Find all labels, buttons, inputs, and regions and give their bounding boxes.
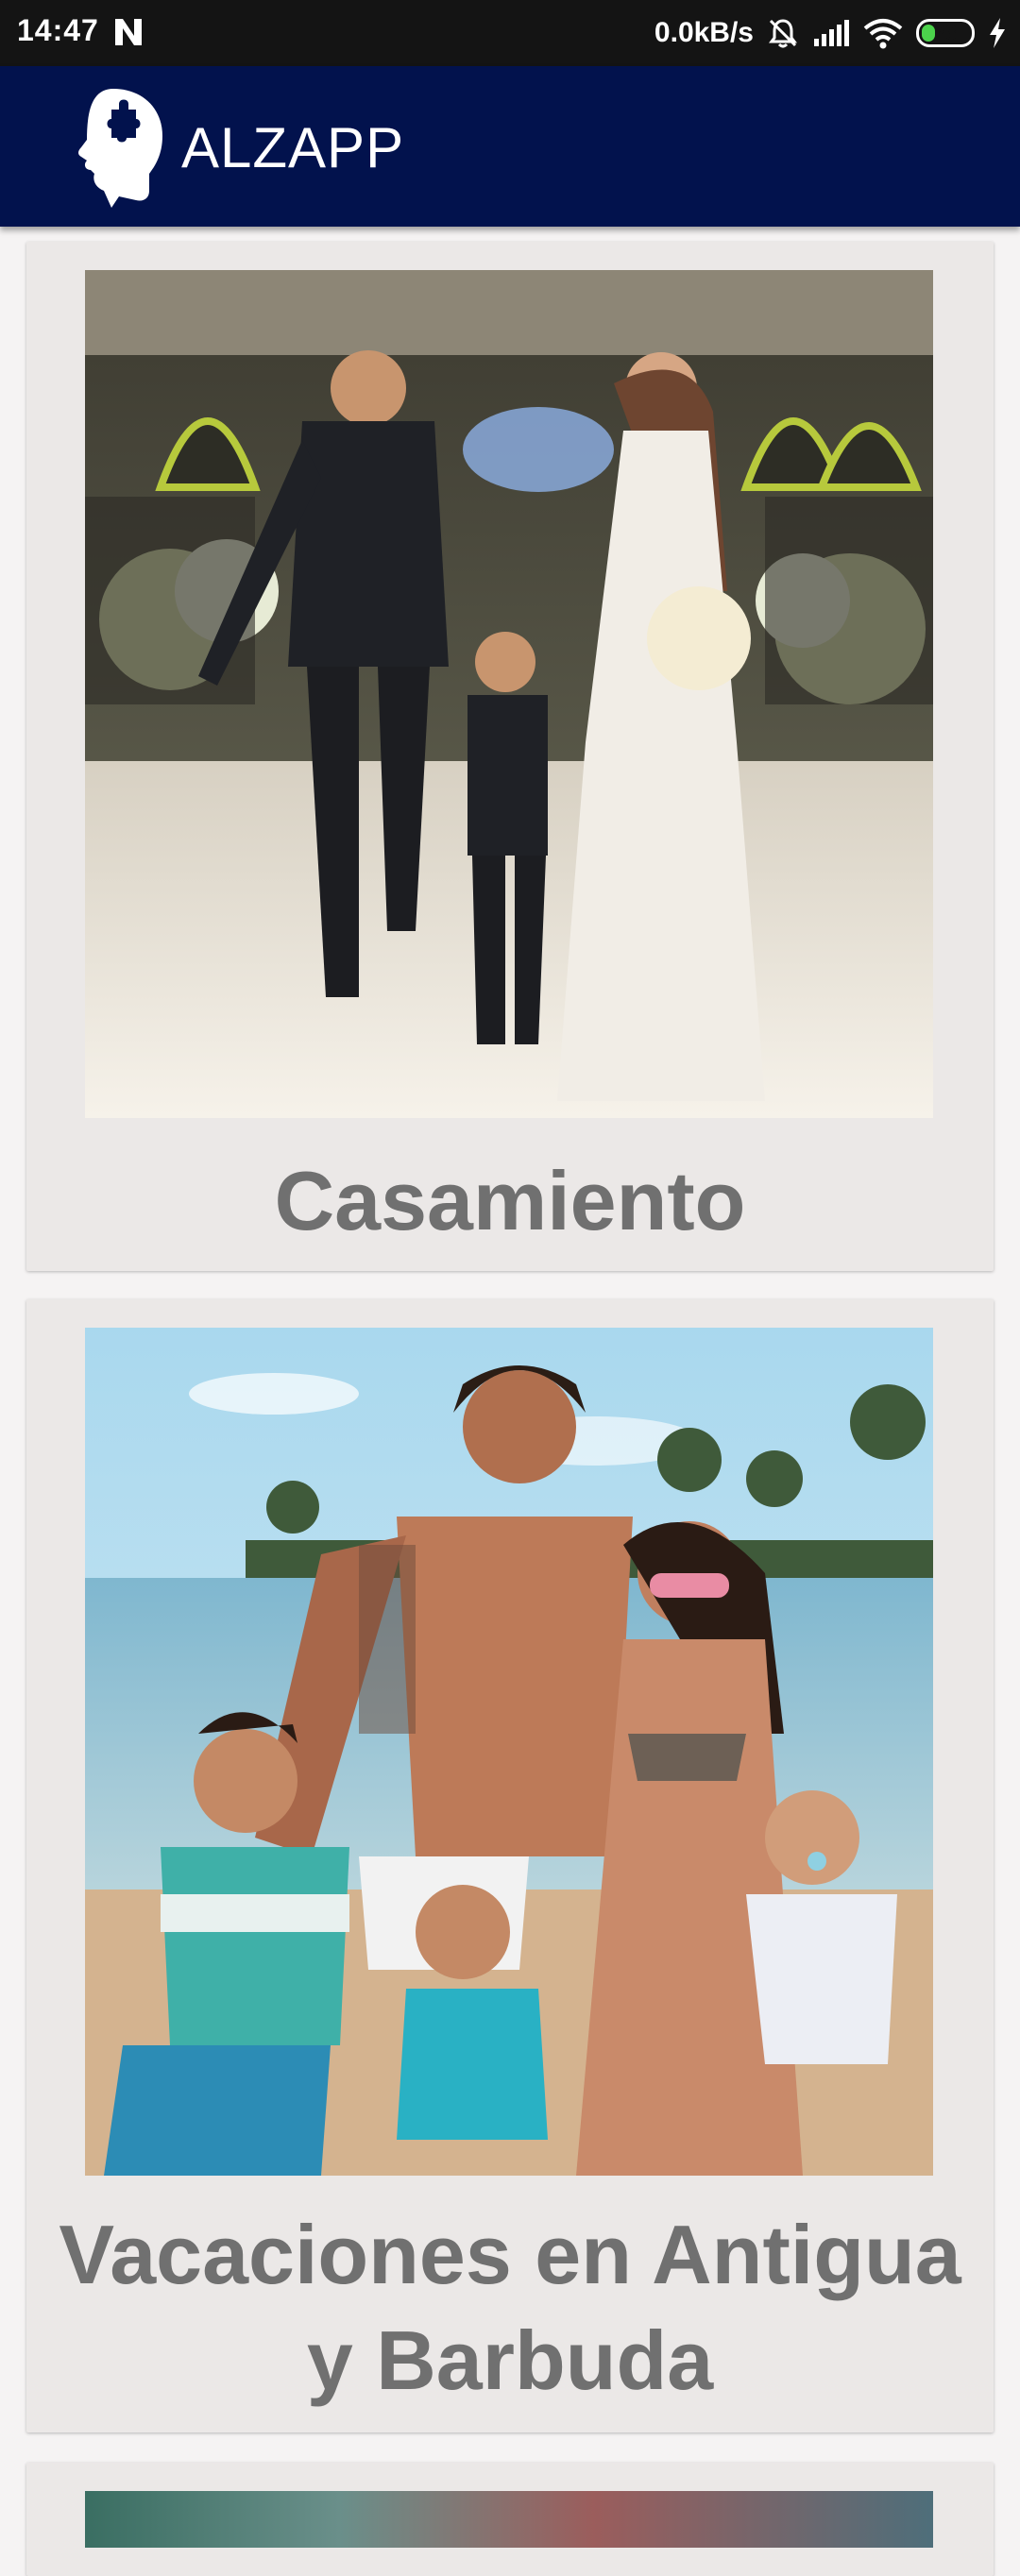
partial-photo [85, 2491, 933, 2548]
head-puzzle-icon [78, 89, 162, 208]
status-right-group: 0.0kB/s 28 [654, 11, 1007, 55]
charging-icon [990, 18, 1005, 48]
wifi-icon [863, 19, 903, 49]
wedding-photo [85, 270, 933, 1118]
status-time: 14:47 [17, 13, 99, 47]
status-bar: 14:47 0.0kB/s 28 [0, 0, 1020, 66]
app-title: ALZAPP [181, 116, 405, 179]
battery-icon: 28 [916, 19, 975, 47]
signal-icon [814, 20, 849, 46]
card-title: Casamiento [274, 1154, 746, 1247]
silent-bell-icon [769, 19, 797, 48]
memory-card[interactable]: Casamiento [26, 242, 994, 1271]
network-speed: 0.0kB/s [654, 17, 754, 48]
beach-family-photo [85, 1328, 933, 2176]
notification-n-icon [115, 19, 142, 45]
app-bar: ALZAPP [0, 66, 1020, 227]
memory-card[interactable]: Vacaciones en Antigua y Barbuda [26, 1299, 994, 2432]
card-title: Vacaciones en Antigua y Barbuda [59, 2208, 961, 2407]
memory-card[interactable] [26, 2463, 994, 2576]
battery-level: 28 [933, 21, 958, 44]
